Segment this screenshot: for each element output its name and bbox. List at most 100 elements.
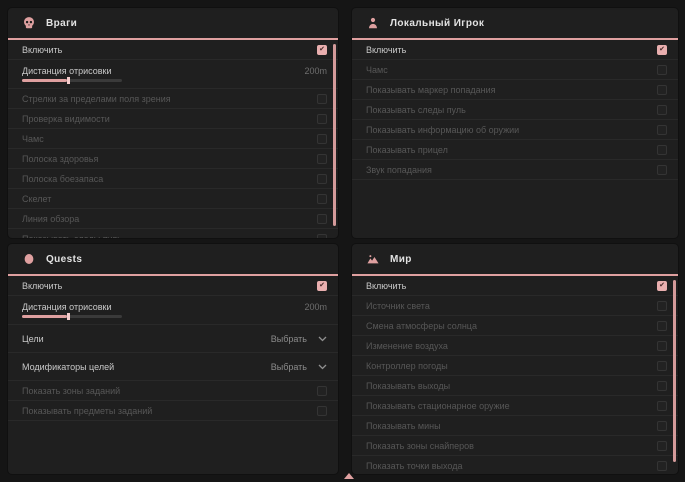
setting-row[interactable]: Скелет: [8, 189, 338, 209]
panel-rows-enemies: Включить✔Дистанция отрисовки200mСтрелки …: [8, 40, 338, 238]
checkbox[interactable]: [657, 105, 667, 115]
setting-label: Показывать следы пуль: [366, 105, 466, 115]
setting-row[interactable]: Полоска здоровья: [8, 149, 338, 169]
panel-rows-world: Включить✔Источник света Смена атмосферы с…: [352, 276, 678, 474]
setting-row[interactable]: Полоска боезапаса: [8, 169, 338, 189]
checkbox[interactable]: [317, 386, 327, 396]
slider-track[interactable]: [22, 315, 122, 318]
setting-row[interactable]: Линия обзора: [8, 209, 338, 229]
setting-row[interactable]: Показывать информацию об оружии: [352, 120, 678, 140]
setting-row[interactable]: Показать зоны заданий: [8, 381, 338, 401]
setting-label: Полоска здоровья: [22, 154, 98, 164]
checkbox[interactable]: [657, 401, 667, 411]
setting-row[interactable]: Показывать прицел: [352, 140, 678, 160]
scroll-up-triangle-icon[interactable]: [344, 473, 354, 479]
setting-row[interactable]: Чамс: [352, 60, 678, 80]
dropdown[interactable]: Выбрать: [271, 334, 327, 344]
setting-row[interactable]: Чамс: [8, 129, 338, 149]
setting-row[interactable]: Показывать маркер попадания: [352, 80, 678, 100]
dropdown-value: Выбрать: [271, 334, 307, 344]
setting-row[interactable]: Контроллер погоды: [352, 356, 678, 376]
setting-row[interactable]: Показывать предметы заданий: [8, 401, 338, 421]
setting-row[interactable]: Включить✔: [352, 276, 678, 296]
panel-title: Мир: [390, 254, 412, 265]
checkbox[interactable]: ✔: [657, 45, 667, 55]
checkbox[interactable]: [657, 341, 667, 351]
setting-row[interactable]: Стрелки за пределами поля зрения: [8, 89, 338, 109]
panel-header: Враги: [8, 8, 338, 40]
checkbox[interactable]: ✔: [657, 281, 667, 291]
panel-header: Локальный Игрок: [352, 8, 678, 40]
setting-label: Показывать информацию об оружии: [366, 125, 519, 135]
checkbox[interactable]: [657, 145, 667, 155]
checkbox[interactable]: [317, 94, 327, 104]
setting-row[interactable]: Показывать следы пуль: [352, 100, 678, 120]
setting-row[interactable]: Включить✔: [8, 40, 338, 60]
scrollbar[interactable]: [333, 44, 336, 226]
setting-label: Показывать стационарное оружие: [366, 401, 510, 411]
slider-value: 200m: [304, 66, 327, 76]
checkbox[interactable]: [317, 406, 327, 416]
setting-row[interactable]: Показать точки выхода: [352, 456, 678, 474]
setting-row[interactable]: Показать зоны снайперов: [352, 436, 678, 456]
chevron-down-icon: [318, 364, 327, 370]
setting-row[interactable]: Проверка видимости: [8, 109, 338, 129]
checkbox[interactable]: [657, 125, 667, 135]
setting-row[interactable]: Изменение воздуха: [352, 336, 678, 356]
setting-label: Модификаторы целей: [22, 362, 114, 372]
checkbox[interactable]: [657, 461, 667, 471]
checkbox[interactable]: [657, 361, 667, 371]
dropdown[interactable]: Выбрать: [271, 362, 327, 372]
checkbox[interactable]: [317, 154, 327, 164]
setting-row[interactable]: Включить✔: [8, 276, 338, 296]
slider-handle[interactable]: [67, 313, 70, 320]
checkbox[interactable]: [317, 214, 327, 224]
panel-title: Quests: [46, 254, 82, 265]
setting-row[interactable]: Дистанция отрисовки200m: [8, 296, 338, 325]
checkbox[interactable]: [657, 85, 667, 95]
setting-label: Показывать следы пуль: [22, 234, 122, 239]
checkbox[interactable]: [657, 441, 667, 451]
dropdown-value: Выбрать: [271, 362, 307, 372]
checkbox[interactable]: [317, 134, 327, 144]
checkbox[interactable]: [317, 234, 327, 239]
setting-label: Показывать маркер попадания: [366, 85, 496, 95]
checkbox[interactable]: [657, 65, 667, 75]
setting-row[interactable]: Дистанция отрисовки200m: [8, 60, 338, 89]
setting-label: Показать зоны снайперов: [366, 441, 474, 451]
checkbox[interactable]: [657, 301, 667, 311]
setting-row[interactable]: Звук попадания: [352, 160, 678, 180]
setting-row[interactable]: ЦелиВыбрать: [8, 325, 338, 353]
setting-label: Показывать прицел: [366, 145, 448, 155]
checkbox[interactable]: [317, 114, 327, 124]
checkbox[interactable]: ✔: [317, 281, 327, 291]
setting-row[interactable]: Смена атмосферы солнца: [352, 316, 678, 336]
checkbox[interactable]: [657, 165, 667, 175]
setting-label: Включить: [366, 45, 406, 55]
checkbox[interactable]: [657, 321, 667, 331]
setting-label: Линия обзора: [22, 214, 79, 224]
checkbox[interactable]: [317, 174, 327, 184]
panel-enemies: Враги Включить✔Дистанция отрисовки200mСт…: [8, 8, 338, 238]
setting-label: Смена атмосферы солнца: [366, 321, 477, 331]
setting-label: Показывать мины: [366, 421, 441, 431]
setting-row[interactable]: Показывать стационарное оружие: [352, 396, 678, 416]
checkbox[interactable]: [657, 381, 667, 391]
setting-row[interactable]: Показывать выходы: [352, 376, 678, 396]
slider-track[interactable]: [22, 79, 122, 82]
slider-value: 200m: [304, 302, 327, 312]
checkbox[interactable]: [317, 194, 327, 204]
panel-header: Quests: [8, 244, 338, 276]
setting-row[interactable]: Источник света: [352, 296, 678, 316]
setting-row[interactable]: Показывать следы пуль: [8, 229, 338, 238]
scrollbar[interactable]: [673, 280, 676, 462]
setting-row[interactable]: Модификаторы целей Выбрать: [8, 353, 338, 381]
checkbox[interactable]: ✔: [317, 45, 327, 55]
checkbox[interactable]: [657, 421, 667, 431]
slider-handle[interactable]: [67, 77, 70, 84]
setting-row[interactable]: Включить ✔: [352, 40, 678, 60]
mountains-icon: [366, 252, 380, 266]
setting-row[interactable]: Показывать мины: [352, 416, 678, 436]
setting-label: Полоска боезапаса: [22, 174, 103, 184]
slider-fill: [22, 79, 67, 82]
